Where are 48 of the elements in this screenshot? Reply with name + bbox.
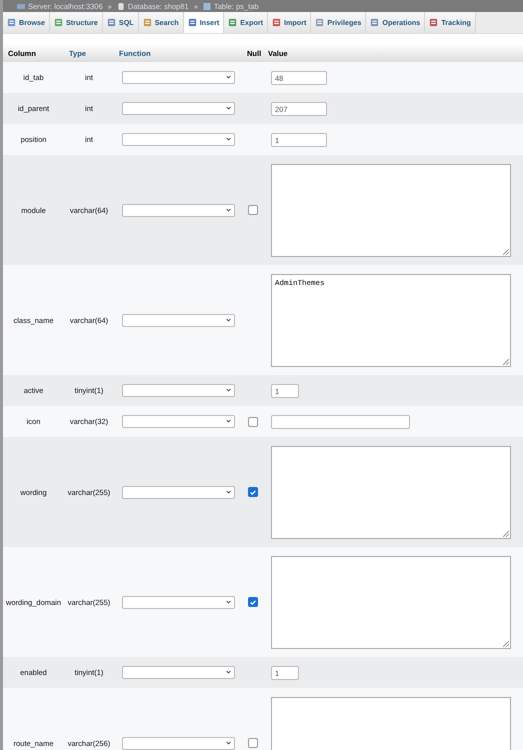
function-dropdown[interactable]	[122, 102, 234, 115]
function-dropdown[interactable]	[122, 133, 234, 146]
table-icon	[202, 2, 211, 10]
chevron-icon	[226, 740, 230, 744]
function-dropdown[interactable]	[122, 314, 234, 326]
privileges-icon	[315, 18, 324, 27]
function-dropdown[interactable]	[122, 736, 234, 750]
null-checkbox[interactable]	[248, 487, 258, 497]
import-icon	[272, 18, 282, 27]
operations-icon	[370, 18, 380, 27]
resize-grip-icon	[503, 358, 509, 364]
chevron-icon	[226, 419, 230, 423]
chevron-icon	[226, 490, 230, 494]
value-textarea[interactable]	[271, 446, 511, 538]
value-input[interactable]	[271, 414, 410, 428]
chevron-icon	[226, 208, 230, 212]
function-dropdown[interactable]	[122, 384, 234, 397]
function-dropdown[interactable]	[122, 596, 234, 608]
function-dropdown[interactable]	[122, 486, 234, 498]
resize-grip-icon	[503, 248, 509, 254]
chevron-icon	[226, 600, 230, 604]
chevron-icon	[226, 670, 230, 674]
chevron-icon	[226, 388, 230, 392]
structure-icon	[54, 18, 63, 27]
database-icon	[116, 2, 125, 10]
search-icon	[142, 18, 152, 27]
chevron-icon	[226, 137, 230, 141]
null-checkbox[interactable]	[248, 597, 258, 607]
sql-icon	[106, 18, 116, 27]
function-dropdown[interactable]	[122, 415, 234, 428]
function-dropdown[interactable]	[122, 204, 234, 216]
resize-grip-icon	[503, 530, 509, 536]
value-textarea[interactable]	[271, 556, 511, 648]
export-icon	[228, 18, 238, 27]
chevron-icon	[226, 75, 230, 79]
server-icon	[17, 2, 25, 10]
null-checkbox[interactable]	[248, 738, 258, 748]
function-dropdown[interactable]	[122, 71, 234, 84]
value-textarea[interactable]	[271, 164, 511, 256]
insert-icon	[188, 18, 197, 27]
tracking-icon	[429, 18, 438, 27]
chevron-icon	[226, 106, 230, 110]
null-checkbox[interactable]	[248, 416, 258, 426]
null-checkbox[interactable]	[248, 205, 258, 215]
browse-icon	[7, 18, 16, 27]
resize-grip-icon	[503, 640, 509, 646]
function-dropdown[interactable]	[122, 666, 234, 679]
chevron-icon	[226, 318, 230, 322]
